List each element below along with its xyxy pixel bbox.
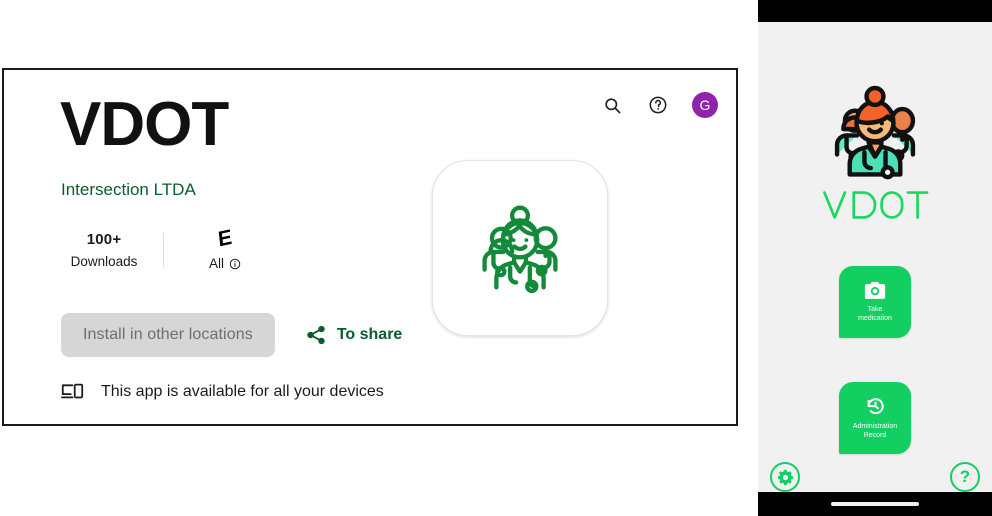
downloads-value: 100+: [87, 231, 122, 248]
take-medication-tile[interactable]: Take medication: [839, 266, 911, 338]
gears-icon: [776, 468, 795, 487]
app-store-card: G VDOT Intersection LTDA 100+ Downloads …: [2, 68, 738, 426]
phone-nav-bar: [758, 492, 992, 516]
help-button[interactable]: ?: [950, 462, 980, 492]
take-medication-label-line2: medication: [858, 315, 892, 322]
share-button[interactable]: To share: [305, 324, 403, 346]
content-rating-stat: E All: [182, 228, 268, 271]
screen-root: G VDOT Intersection LTDA 100+ Downloads …: [0, 0, 992, 516]
phone-wordmark: [820, 188, 930, 227]
take-medication-label-line1: Take: [868, 306, 883, 313]
info-icon[interactable]: [229, 258, 241, 270]
history-icon: [865, 396, 886, 417]
store-topbar: G: [600, 92, 718, 118]
phone-status-bar: [758, 0, 992, 22]
share-icon: [305, 324, 327, 346]
share-label: To share: [337, 326, 403, 344]
search-icon[interactable]: [600, 93, 624, 117]
vdot-wordmark: [820, 188, 930, 222]
home-indicator[interactable]: [831, 502, 919, 506]
device-availability: This app is available for all your devic…: [61, 382, 384, 401]
downloads-label: Downloads: [71, 254, 138, 269]
downloads-stat: 100+ Downloads: [61, 231, 147, 269]
app-stats: 100+ Downloads E All: [61, 228, 268, 271]
availability-text: This app is available for all your devic…: [101, 383, 384, 401]
developer-link[interactable]: Intersection LTDA: [61, 180, 196, 200]
administration-record-label-line1: Administration: [853, 423, 897, 430]
medical-team-illustration: [461, 189, 579, 307]
vdot-logo-illustration: [811, 68, 939, 186]
avatar-initial: G: [699, 97, 710, 113]
phone-preview-panel: Take medication Administration Record: [758, 0, 992, 516]
stats-divider: [163, 233, 164, 267]
devices-icon: [61, 382, 84, 401]
action-row: Install in other locations To share: [61, 313, 402, 357]
vdot-app-icon[interactable]: [432, 160, 608, 336]
esrb-everyone-badge: E: [217, 227, 233, 251]
page-title: VDOT: [60, 94, 228, 156]
settings-button[interactable]: [770, 462, 800, 492]
help-circle-icon[interactable]: [646, 93, 670, 117]
administration-record-tile[interactable]: Administration Record: [839, 382, 911, 454]
install-button[interactable]: Install in other locations: [61, 313, 275, 357]
question-mark-icon: ?: [960, 467, 970, 487]
administration-record-label-line2: Record: [864, 432, 887, 439]
camera-icon: [864, 281, 886, 300]
avatar[interactable]: G: [692, 92, 718, 118]
phone-app-logo: [758, 68, 992, 227]
content-rating-label: All: [209, 256, 224, 271]
